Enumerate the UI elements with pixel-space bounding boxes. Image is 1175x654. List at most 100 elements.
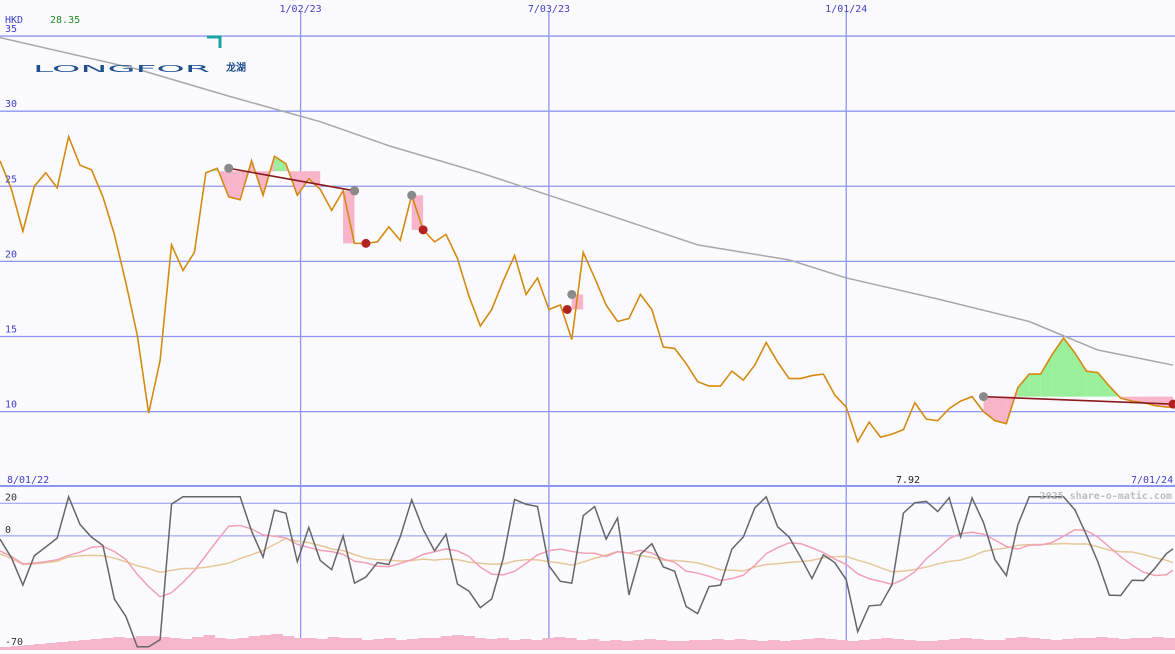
volume-bar: [1051, 640, 1063, 650]
volume-bar: [192, 637, 204, 650]
volume-bar: [802, 639, 814, 650]
osc-tick-label: 20: [5, 492, 17, 503]
volume-bar: [45, 643, 57, 650]
volume-bar: [237, 638, 249, 650]
volume-bar: [825, 639, 837, 650]
volume-bar: [893, 639, 905, 650]
volume-bar: [1017, 637, 1029, 650]
volume-bar: [531, 640, 543, 650]
volume-bar: [102, 638, 114, 650]
y-tick-label: 25: [5, 174, 17, 185]
logo-brand-text: LONGFOR: [33, 64, 210, 75]
volume-bar: [949, 639, 961, 650]
volume-bar: [1096, 637, 1108, 650]
volume-bar: [316, 639, 328, 650]
volume-bar: [113, 637, 125, 650]
volume-bar: [915, 641, 927, 650]
volume-bar: [542, 638, 554, 650]
signal-marker: [567, 290, 576, 299]
volume-bar: [79, 640, 91, 650]
x-tick-label: 7/03/23: [528, 4, 570, 15]
volume-bar: [282, 636, 294, 650]
volume-bar: [644, 639, 656, 650]
volume-bar: [565, 638, 577, 650]
signal-marker: [419, 225, 428, 234]
volume-bar: [633, 640, 645, 650]
volume-bar: [554, 637, 566, 650]
volume-bar: [667, 641, 679, 650]
volume-bar: [836, 640, 848, 650]
volume-bar: [983, 640, 995, 650]
volume-bar: [1006, 638, 1018, 650]
volume-bar: [1039, 639, 1051, 650]
volume-bar: [328, 637, 340, 650]
volume-bar: [350, 638, 362, 650]
volume-bar: [1107, 638, 1119, 650]
volume-bar: [475, 638, 487, 650]
last-price-label: 28.35: [50, 15, 80, 26]
volume-bar: [780, 641, 792, 650]
signal-marker: [407, 191, 416, 200]
signal-marker: [361, 239, 370, 248]
volume-bar: [1073, 638, 1085, 650]
signal-marker: [563, 305, 572, 314]
volume-bar: [373, 639, 385, 650]
volume-bar: [362, 640, 374, 650]
volume-bar: [1130, 638, 1142, 650]
volume-bar: [169, 638, 181, 650]
trend-start-marker: [979, 392, 988, 401]
volume-bar: [418, 638, 430, 650]
volume-bar: [655, 640, 667, 650]
volume-bar: [136, 636, 148, 650]
volume-bar: [407, 639, 419, 650]
volume-bar: [881, 638, 893, 650]
volume-bar: [452, 635, 464, 650]
start-date-label: 8/01/22: [7, 475, 49, 486]
stock-chart: HKD 28.35 8/01/22 7.92 7/01/24 2025 shar…: [0, 0, 1175, 650]
volume-bar: [68, 641, 80, 650]
volume-bar: [486, 639, 498, 650]
volume-bar: [859, 640, 871, 650]
volume-bar: [203, 635, 215, 650]
pattern-fill-segment: [995, 397, 1006, 424]
y-tick-label: 10: [5, 400, 17, 411]
volume-bar: [621, 641, 633, 650]
volume-bar: [700, 640, 712, 650]
osc-tick-label: -70: [5, 637, 23, 648]
volume-bar: [870, 639, 882, 650]
volume-bar: [1164, 638, 1175, 650]
volume-bar: [181, 639, 193, 650]
y-tick-label: 20: [5, 249, 17, 260]
volume-bar: [249, 636, 261, 650]
volume-bar: [305, 638, 317, 650]
volume-bar: [678, 641, 690, 650]
x-tick-label: 1/01/24: [825, 4, 867, 15]
volume-bar: [689, 640, 701, 650]
volume-bar: [994, 640, 1006, 650]
volume-bar: [395, 640, 407, 650]
volume-bar: [294, 638, 306, 650]
trend-start-marker: [224, 164, 233, 173]
volume-bar: [226, 639, 238, 650]
volume-bar: [588, 639, 600, 650]
volume-bar: [813, 638, 825, 650]
volume-bar: [508, 640, 520, 650]
volume-bar: [576, 640, 588, 650]
low-price-label: 7.92: [896, 475, 920, 486]
volume-bar: [791, 640, 803, 650]
signal-marker: [350, 186, 359, 195]
volume-bar: [34, 644, 46, 650]
volume-bar: [926, 641, 938, 650]
volume-bar: [23, 645, 35, 650]
volume-bar: [723, 640, 735, 650]
volume-bar: [960, 638, 972, 650]
y-tick-label: 30: [5, 99, 17, 110]
volume-bar: [147, 636, 159, 650]
volume-bar: [463, 636, 475, 650]
volume-bar: [441, 636, 453, 650]
volume-bar: [847, 641, 859, 650]
pattern-fill-segment: [229, 171, 240, 200]
volume-bar: [56, 642, 68, 650]
volume-bar: [734, 639, 746, 650]
volume-bar: [1062, 639, 1074, 650]
